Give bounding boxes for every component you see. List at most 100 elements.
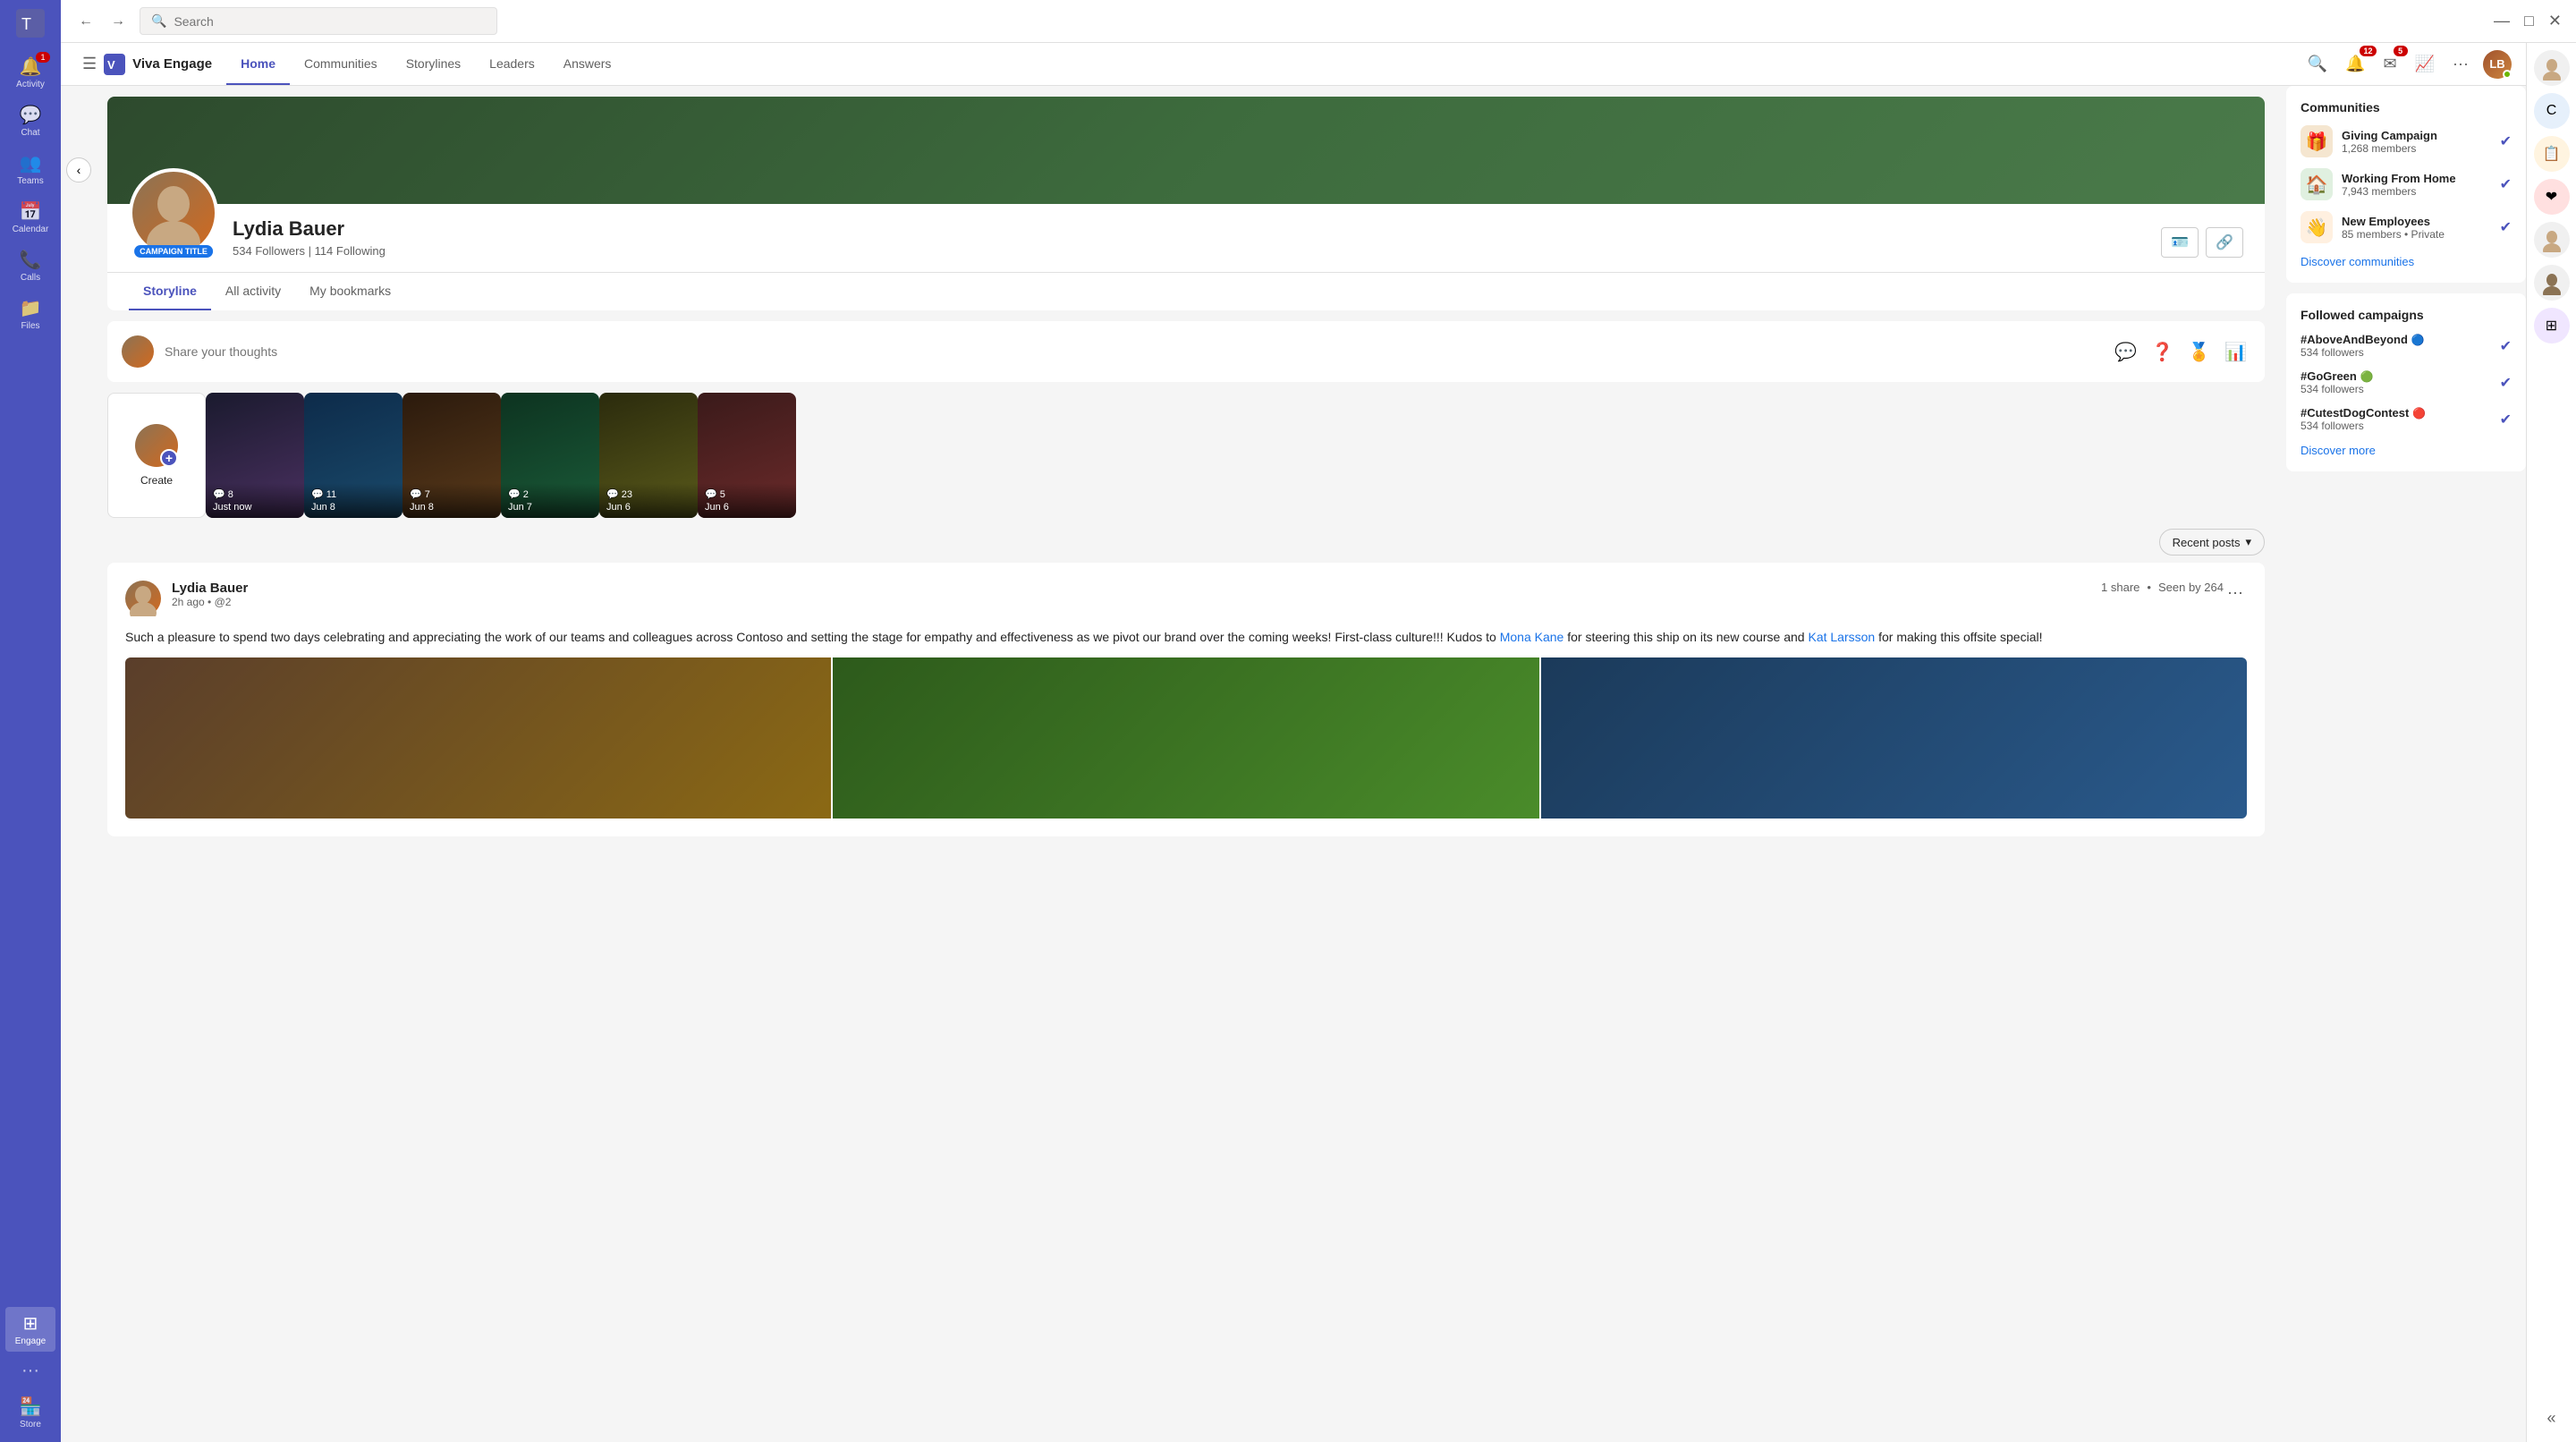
following-count: 114 bbox=[315, 244, 334, 258]
story-item-5[interactable]: 💬 23 Jun 6 bbox=[599, 393, 698, 518]
dog-info: #CutestDogContest 🔴 534 followers bbox=[2301, 406, 2493, 432]
nav-item-engage[interactable]: ⊞ Engage bbox=[5, 1307, 55, 1352]
create-label: Create bbox=[140, 474, 173, 487]
post-question-button[interactable]: ❓ bbox=[2148, 337, 2177, 367]
discover-more-link[interactable]: Discover more bbox=[2301, 444, 2376, 457]
tab-storyline[interactable]: Storyline bbox=[129, 273, 211, 310]
messages-button[interactable]: ✉5 bbox=[2380, 51, 2401, 77]
nav-item-files[interactable]: 📁 Files bbox=[5, 292, 55, 336]
campaign-item-green[interactable]: #GoGreen 🟢 534 followers ✔ bbox=[2301, 369, 2512, 395]
nav-item-chat[interactable]: 💬 Chat bbox=[5, 98, 55, 143]
notifications-badge: 12 bbox=[2360, 46, 2376, 56]
hamburger-button[interactable]: ☰ bbox=[75, 51, 104, 77]
back-panel-button[interactable]: ‹ bbox=[66, 157, 91, 182]
more-options-button[interactable]: ··· bbox=[2449, 51, 2472, 77]
community-item-giving[interactable]: 🎁 Giving Campaign 1,268 members ✔ bbox=[2301, 125, 2512, 157]
forward-button[interactable]: → bbox=[104, 10, 132, 33]
nav-answers[interactable]: Answers bbox=[549, 43, 626, 85]
above-followers: 534 followers bbox=[2301, 346, 2493, 359]
user-initials: LB bbox=[2489, 57, 2504, 71]
search-input[interactable] bbox=[174, 14, 486, 29]
right-panel-item-5[interactable] bbox=[2534, 222, 2570, 258]
nav-home[interactable]: Home bbox=[226, 43, 290, 85]
back-button[interactable]: ← bbox=[72, 10, 100, 33]
maximize-button[interactable]: □ bbox=[2521, 8, 2538, 34]
nav-label-activity: Activity bbox=[16, 80, 45, 89]
dog-followers: 534 followers bbox=[2301, 420, 2493, 432]
story-item-3[interactable]: 💬 7 Jun 8 bbox=[402, 393, 501, 518]
story-date-1: Just now bbox=[213, 502, 297, 513]
right-panel-item-1[interactable] bbox=[2534, 50, 2570, 86]
nav-storylines[interactable]: Storylines bbox=[392, 43, 475, 85]
far-right-panel: C 📋 ❤ bbox=[2526, 43, 2576, 1442]
nav-leaders[interactable]: Leaders bbox=[475, 43, 549, 85]
nav-communities[interactable]: Communities bbox=[290, 43, 392, 85]
nav-item-calls[interactable]: 📞 Calls bbox=[5, 243, 55, 288]
post-link-mona[interactable]: Mona Kane bbox=[1500, 630, 1564, 644]
community-item-wfh[interactable]: 🏠 Working From Home 7,943 members ✔ bbox=[2301, 168, 2512, 200]
new-emp-name: New Employees bbox=[2342, 215, 2491, 228]
collapse-panel-button[interactable]: « bbox=[2539, 1402, 2563, 1435]
story-comments-1: 💬 8 bbox=[213, 488, 297, 500]
nav-more-button[interactable]: ··· bbox=[16, 1355, 45, 1387]
share-input[interactable] bbox=[165, 344, 2100, 359]
post-more-button[interactable]: ⋯ bbox=[2224, 581, 2247, 606]
user-avatar[interactable]: LB bbox=[2483, 50, 2512, 79]
story-comments-2: 💬 11 bbox=[311, 488, 395, 500]
nav-item-store[interactable]: 🏪 Store bbox=[5, 1390, 55, 1435]
right-panel-item-4[interactable]: ❤ bbox=[2534, 179, 2570, 215]
create-avatar: + bbox=[135, 424, 178, 467]
story-item-6[interactable]: 💬 5 Jun 6 bbox=[698, 393, 796, 518]
communities-title: Communities bbox=[2301, 100, 2512, 115]
discover-communities-link[interactable]: Discover communities bbox=[2301, 255, 2414, 268]
followers-count: 534 bbox=[233, 244, 252, 258]
search-bar[interactable]: 🔍 bbox=[140, 7, 497, 35]
post-link-kat[interactable]: Kat Larsson bbox=[1808, 630, 1875, 644]
post-message-button[interactable]: 💬 bbox=[2111, 337, 2140, 367]
nav-label-engage: Engage bbox=[15, 1336, 46, 1346]
notifications-button[interactable]: 🔔12 bbox=[2342, 51, 2368, 77]
nav-item-calendar[interactable]: 📅 Calendar bbox=[5, 195, 55, 240]
right-panel-item-3[interactable]: 📋 bbox=[2534, 136, 2570, 172]
profile-card: CAMPAIGN TITLE Lydia Bauer 534 Followers… bbox=[107, 97, 2265, 310]
profile-name: Lydia Bauer bbox=[233, 217, 2147, 241]
post-praise-button[interactable]: 🏅 bbox=[2184, 337, 2214, 367]
right-sidebar: Communities 🎁 Giving Campaign 1,268 memb… bbox=[2275, 86, 2526, 1442]
nav-item-activity[interactable]: 🔔 1 Activity bbox=[5, 50, 55, 95]
tab-all-activity[interactable]: All activity bbox=[211, 273, 295, 310]
story-item-4[interactable]: 💬 2 Jun 7 bbox=[501, 393, 599, 518]
story-date-2: Jun 8 bbox=[311, 502, 395, 513]
new-emp-icon: 👋 bbox=[2301, 211, 2333, 243]
story-comments-5: 💬 23 bbox=[606, 488, 691, 500]
right-panel-item-7[interactable]: ⊞ bbox=[2534, 308, 2570, 344]
nav-item-teams[interactable]: 👥 Teams bbox=[5, 147, 55, 191]
teams-logo[interactable]: T bbox=[14, 7, 47, 39]
story-overlay-4: 💬 2 Jun 7 bbox=[501, 483, 599, 518]
story-date-3: Jun 8 bbox=[410, 502, 494, 513]
analytics-button[interactable]: 📈 bbox=[2411, 51, 2438, 77]
right-panel-item-2[interactable]: C bbox=[2534, 93, 2570, 129]
green-followers: 534 followers bbox=[2301, 383, 2493, 395]
search-button[interactable]: 🔍 bbox=[2304, 51, 2331, 77]
campaign-badge: CAMPAIGN TITLE bbox=[134, 245, 213, 258]
story-overlay-5: 💬 23 Jun 6 bbox=[599, 483, 698, 518]
campaign-item-dog[interactable]: #CutestDogContest 🔴 534 followers ✔ bbox=[2301, 406, 2512, 432]
profile-card-button[interactable]: 🪪 bbox=[2161, 227, 2199, 258]
minimize-button[interactable]: — bbox=[2490, 8, 2513, 34]
campaigns-card: Followed campaigns #AboveAndBeyond 🔵 534… bbox=[2286, 293, 2526, 471]
community-item-new-emp[interactable]: 👋 New Employees 85 members • Private ✔ bbox=[2301, 211, 2512, 243]
create-story-item[interactable]: + Create bbox=[107, 393, 206, 518]
story-item-1[interactable]: 💬 8 Just now bbox=[206, 393, 304, 518]
recent-posts-button[interactable]: Recent posts ▾ bbox=[2159, 529, 2265, 556]
tab-my-bookmarks[interactable]: My bookmarks bbox=[295, 273, 405, 310]
post-poll-button[interactable]: 📊 bbox=[2221, 337, 2250, 367]
post-meta: Lydia Bauer 2h ago • @2 bbox=[172, 581, 2101, 608]
story-item-2[interactable]: 💬 11 Jun 8 bbox=[304, 393, 402, 518]
nav-label-calendar: Calendar bbox=[13, 225, 49, 234]
close-button[interactable]: ✕ bbox=[2545, 8, 2565, 34]
post-image-part-1 bbox=[125, 657, 831, 819]
green-name: #GoGreen 🟢 bbox=[2301, 369, 2493, 383]
right-panel-item-6[interactable] bbox=[2534, 265, 2570, 301]
profile-link-button[interactable]: 🔗 bbox=[2206, 227, 2243, 258]
campaign-item-above[interactable]: #AboveAndBeyond 🔵 534 followers ✔ bbox=[2301, 333, 2512, 359]
